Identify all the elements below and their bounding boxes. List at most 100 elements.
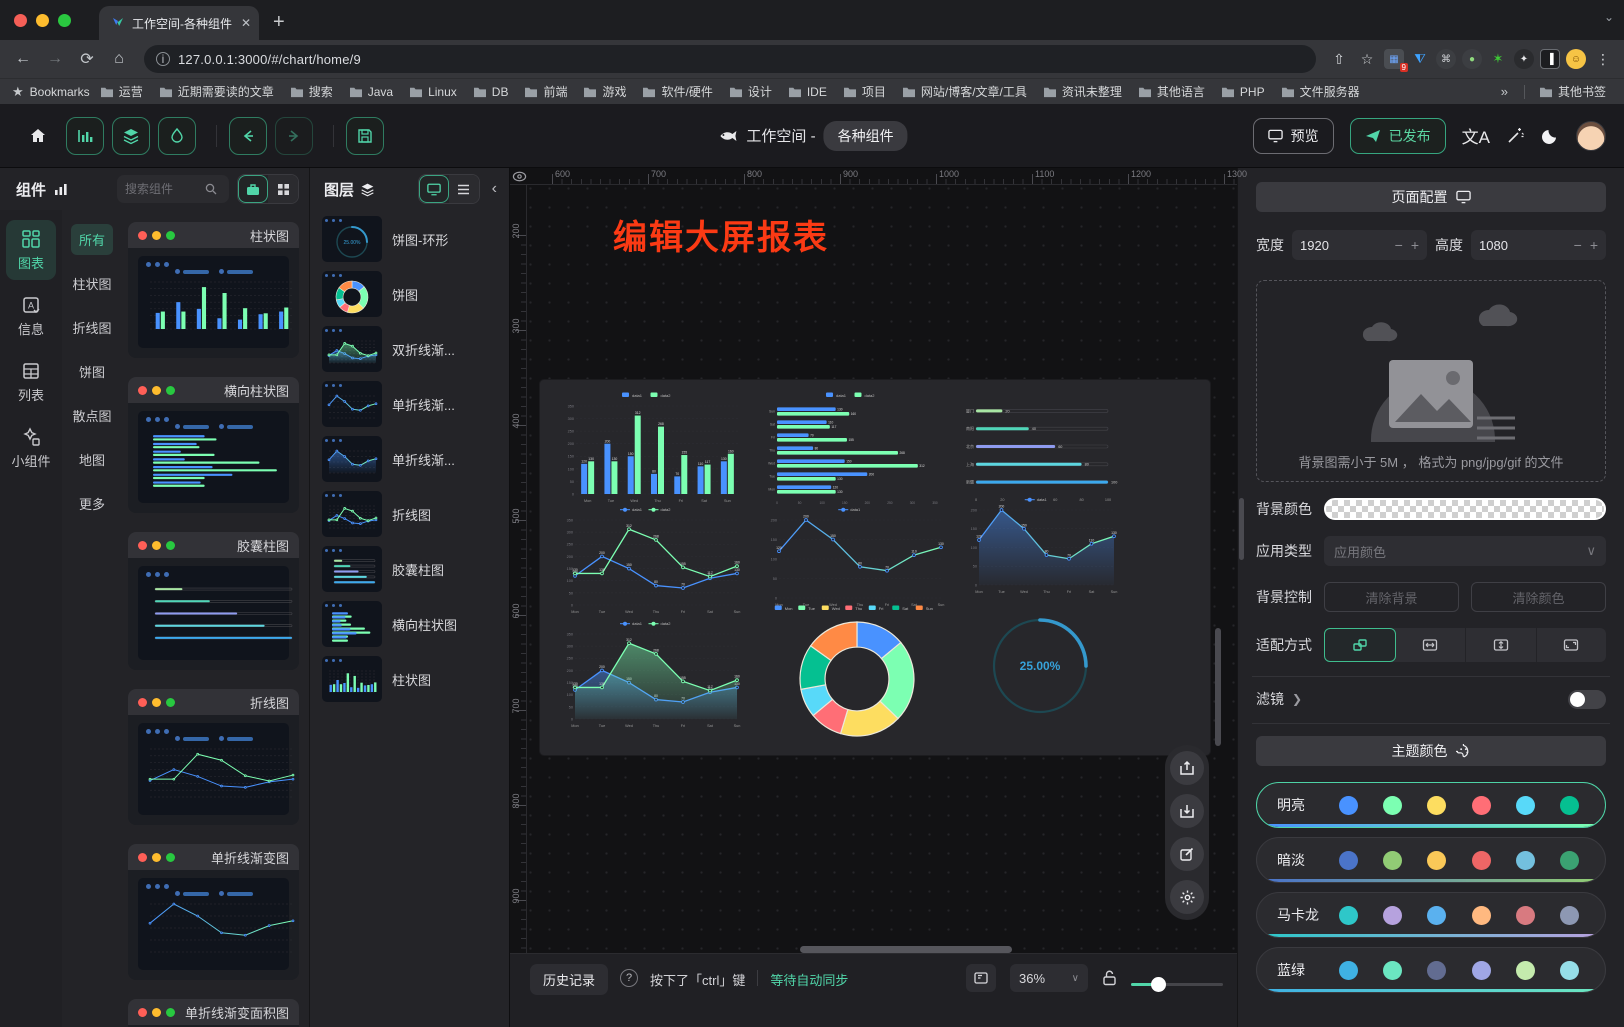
clear-color-button[interactable]: 清除颜色 [1471, 582, 1606, 612]
width-decrement[interactable]: − [1395, 237, 1403, 253]
bookmark-item[interactable]: 设计 [723, 81, 778, 102]
layer-item[interactable]: 25.00%饼图-环形 [322, 216, 501, 262]
bookmark-item[interactable]: 软件/硬件 [636, 81, 718, 102]
category-item[interactable]: 地图 [71, 444, 113, 475]
undo-button[interactable] [229, 117, 267, 155]
save-button[interactable] [346, 117, 384, 155]
bookmarks-label[interactable]: Bookmarks [30, 85, 90, 99]
publish-button[interactable]: 已发布 [1350, 118, 1446, 154]
address-bar[interactable]: i 127.0.0.1:3000/#/chart/home/9 [144, 45, 1316, 73]
background-upload-dropzone[interactable]: 背景图需小于 5M ， 格式为 png/jpg/gif 的文件 [1256, 280, 1606, 482]
layer-item[interactable]: 单折线渐... [322, 436, 501, 482]
category-item[interactable]: 更多 [71, 488, 113, 519]
layer-item[interactable]: 胶囊柱图 [322, 546, 501, 592]
category-item[interactable]: 散点图 [64, 400, 119, 431]
donut-pie-chart[interactable]: MonTueWedThuFriSatSun [762, 602, 952, 742]
layers-toggle-button[interactable] [112, 117, 150, 155]
category-item[interactable]: 折线图 [64, 312, 119, 343]
line-chart[interactable]: 050100150200250300350data1data2120200150… [558, 504, 743, 616]
bookmark-item[interactable]: 其他语言 [1132, 81, 1211, 102]
components-toggle-button[interactable] [66, 117, 104, 155]
extension-dot-icon[interactable]: ● [1462, 49, 1482, 69]
component-search[interactable] [117, 175, 229, 203]
browser-tab[interactable]: 工作空间-各种组件 ✕ [99, 6, 259, 40]
fit-scale-option[interactable] [1324, 628, 1396, 662]
category-item[interactable]: 饼图 [71, 356, 113, 387]
component-card[interactable]: 胶囊柱图 [128, 532, 299, 670]
bookmark-item[interactable]: 资讯未整理 [1037, 81, 1128, 102]
window-controls[interactable] [0, 0, 85, 40]
new-tab-button[interactable]: + [273, 11, 285, 34]
layer-item[interactable]: 单折线渐... [322, 381, 501, 427]
fit-width-option[interactable] [1396, 628, 1467, 662]
user-avatar[interactable] [1576, 121, 1606, 151]
bookmarks-star-icon[interactable]: ★ [12, 84, 24, 100]
sidebar-item-list[interactable]: 列表 [6, 352, 56, 412]
edit-button[interactable] [1170, 837, 1204, 871]
layer-item[interactable]: 柱状图 [322, 656, 501, 702]
theme-row-蓝绿[interactable]: 蓝绿 [1256, 947, 1606, 993]
thumbnail-view-toggle[interactable] [419, 175, 449, 203]
bg-color-swatch[interactable] [1324, 498, 1606, 520]
dual-line-gradient-area-chart[interactable]: 050100150200250300350data1data2120200150… [558, 618, 743, 730]
width-increment[interactable]: + [1411, 237, 1419, 253]
settings-button[interactable] [1170, 880, 1204, 914]
theme-row-马卡龙[interactable]: 马卡龙 [1256, 892, 1606, 938]
magic-wand-icon[interactable] [1506, 126, 1525, 145]
reload-icon[interactable]: ⟳ [74, 49, 100, 69]
bar-chart[interactable]: 050100150200250300350data1data2120200150… [558, 390, 743, 505]
theme-row-明亮[interactable]: 明亮 [1256, 782, 1606, 828]
filter-toggle[interactable] [1568, 690, 1606, 709]
share-icon[interactable]: ⇧ [1328, 51, 1350, 68]
sidebar-item-charts[interactable]: 图表 [6, 220, 56, 280]
height-input[interactable] [1479, 238, 1521, 253]
component-card[interactable]: 折线图 [128, 689, 299, 825]
bookmark-item[interactable]: Linux [403, 83, 463, 101]
slider-knob[interactable] [1151, 977, 1166, 992]
layer-item[interactable]: 横向柱状图 [322, 601, 501, 647]
bookmarks-overflow-icon[interactable]: » [1493, 84, 1516, 99]
zoom-slider[interactable] [1131, 983, 1223, 986]
extension-grid-icon[interactable]: ▦9 [1384, 49, 1404, 69]
sidebar-item-widgets[interactable]: 小组件 [6, 418, 56, 478]
project-name-pill[interactable]: 各种组件 [824, 121, 908, 151]
back-icon[interactable]: ← [10, 50, 36, 68]
horizontal-scrollbar[interactable] [800, 946, 1012, 953]
height-decrement[interactable]: − [1574, 237, 1582, 253]
bookmark-item[interactable]: 运营 [94, 81, 149, 102]
bookmark-item[interactable]: PHP [1215, 83, 1271, 101]
height-stepper[interactable]: −+ [1471, 230, 1606, 260]
redo-button[interactable] [275, 117, 313, 155]
extension-command-icon[interactable]: ⌘ [1436, 49, 1456, 69]
list-view-toggle[interactable] [449, 175, 479, 203]
component-card[interactable]: 横向柱状图 [128, 377, 299, 513]
details-toggle-button[interactable] [158, 117, 196, 155]
bookmark-item[interactable]: Java [343, 83, 399, 101]
zoom-select[interactable]: 36%∨ [1010, 964, 1088, 992]
tab-close-icon[interactable]: ✕ [241, 16, 251, 30]
language-translate-icon[interactable]: 文A [1462, 123, 1490, 148]
layer-item[interactable]: 折线图 [322, 491, 501, 537]
dashboard-preview[interactable]: 050100150200250300350data1data2120200150… [540, 380, 1210, 755]
width-input[interactable] [1300, 238, 1342, 253]
horizontal-bar-chart[interactable]: data1data2050100150200250300350Sun130160… [762, 390, 947, 505]
extension-pin-icon[interactable]: ✦ [1514, 49, 1534, 69]
theme-color-button[interactable]: 主题颜色 [1256, 736, 1606, 766]
layer-item[interactable]: 饼图 [322, 271, 501, 317]
minimize-window-icon[interactable] [36, 14, 49, 27]
home-icon[interactable]: ⌂ [106, 50, 132, 68]
ring-progress-chart[interactable]: 25.00% [968, 608, 1112, 720]
app-type-select[interactable]: 应用颜色 ∨ [1324, 536, 1606, 566]
bookmark-item[interactable]: 搜索 [284, 81, 339, 102]
other-bookmarks-folder[interactable]: 其他书签 [1533, 81, 1612, 102]
fit-stretch-option[interactable] [1537, 628, 1607, 662]
canvas-area[interactable]: 6007008009001000110012001300 20030040050… [510, 168, 1237, 1027]
collapse-panel-chevron-icon[interactable]: ‹ [486, 180, 503, 198]
ruler-eye-icon[interactable] [512, 169, 527, 184]
category-item[interactable]: 柱状图 [64, 268, 119, 299]
unlock-icon[interactable] [1102, 970, 1117, 986]
extension-drop-icon[interactable]: ⧨ [1410, 49, 1430, 69]
height-increment[interactable]: + [1590, 237, 1598, 253]
sidebar-item-info[interactable]: A信息 [6, 286, 56, 346]
bookmark-item[interactable]: 近期需要读的文章 [153, 81, 280, 102]
